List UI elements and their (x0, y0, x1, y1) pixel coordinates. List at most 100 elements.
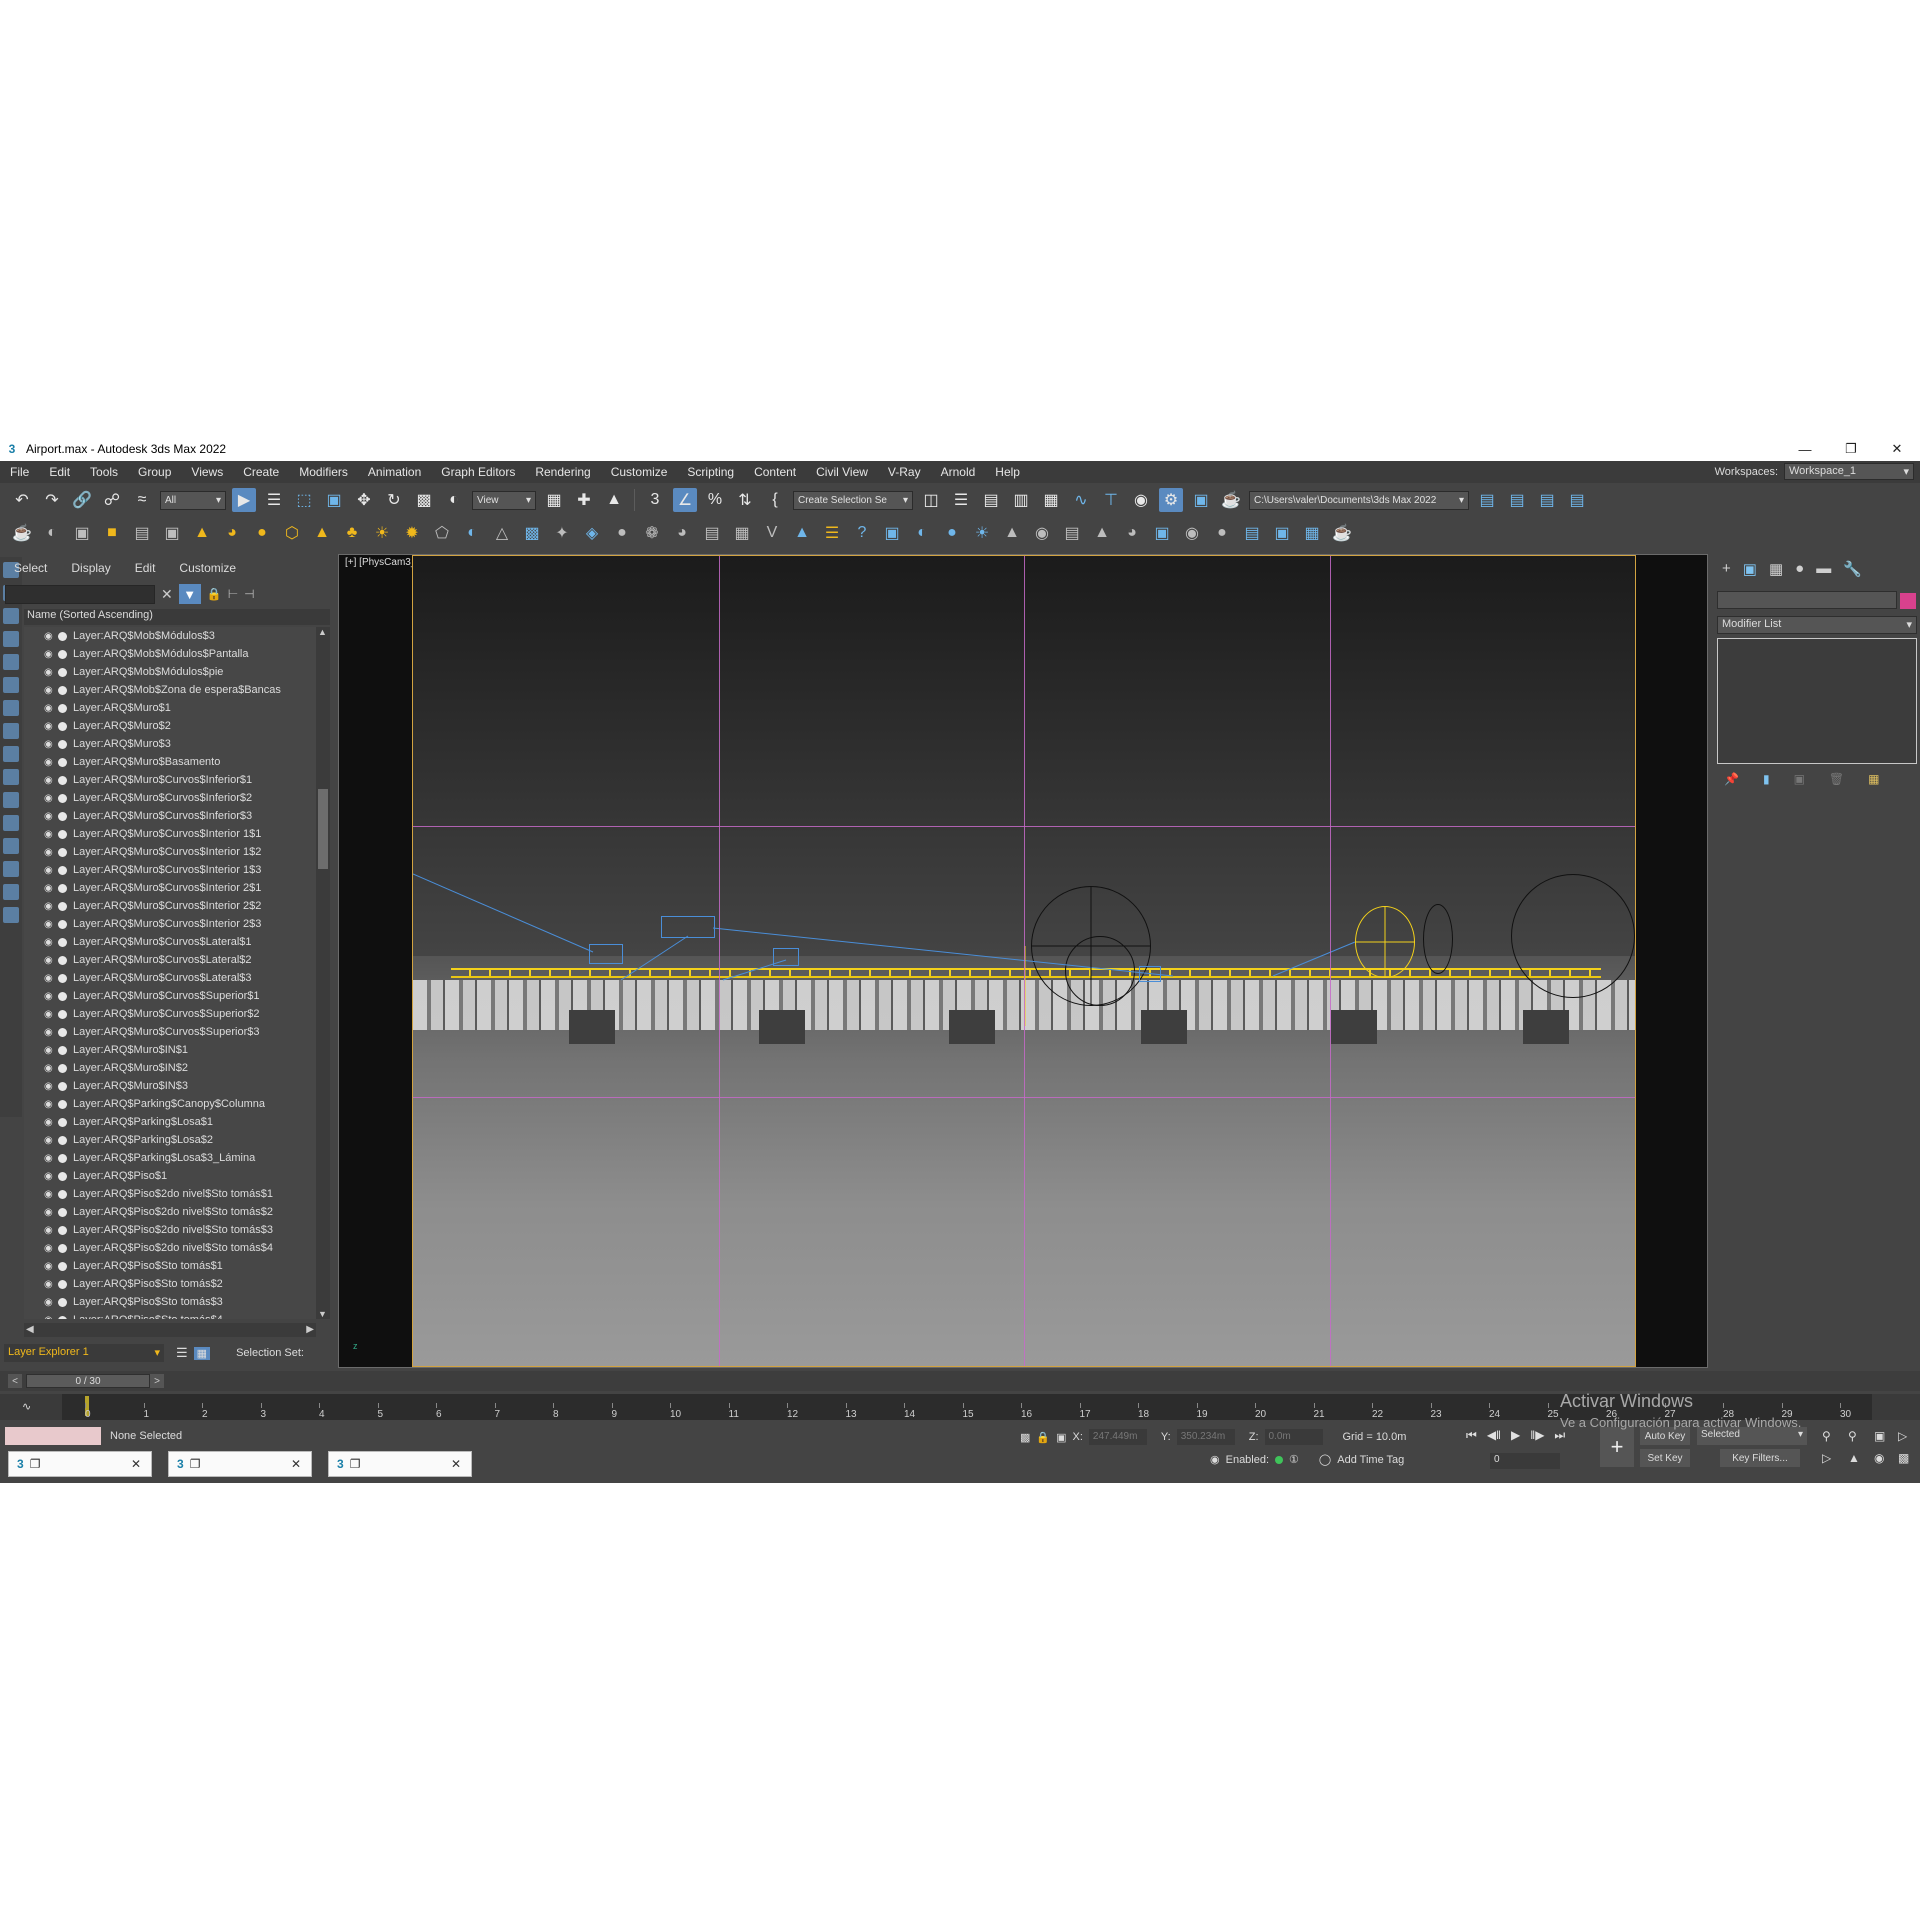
eye-icon[interactable]: ◉ (44, 1315, 56, 1320)
menu-create[interactable]: Create (233, 465, 289, 479)
maxscript-listener[interactable] (5, 1427, 101, 1445)
scroll-right-icon[interactable]: ▶ (306, 1324, 314, 1335)
list-item[interactable]: ◉ Layer:ARQ$Muro$Curvos$Superior$3 (24, 1023, 316, 1041)
vray-camera-icon[interactable]: ▣ (160, 521, 184, 545)
list-item[interactable]: ◉ Layer:ARQ$Muro$Curvos$Lateral$1 (24, 933, 316, 951)
eye-icon[interactable]: ◉ (44, 919, 56, 930)
arnold-sky-icon[interactable]: ◉ (1030, 521, 1054, 545)
orbit-icon[interactable]: ◉ (1874, 1451, 1884, 1465)
expand-icon[interactable]: ⊣ (244, 587, 254, 601)
next-frame-icon[interactable]: > (150, 1374, 164, 1388)
arnold-panel-icon[interactable]: ▤ (1240, 521, 1264, 545)
list-item[interactable]: ◉ Layer:ARQ$Muro$Curvos$Lateral$2 (24, 951, 316, 969)
list-item[interactable]: ◉ Layer:ARQ$Muro$Curvos$Inferior$3 (24, 807, 316, 825)
list-item[interactable]: ◉ Layer:ARQ$Muro$Curvos$Interior 2$3 (24, 915, 316, 933)
eye-icon[interactable]: ◉ (44, 757, 56, 768)
list-item[interactable]: ◉ Layer:ARQ$Muro$IN$1 (24, 1041, 316, 1059)
eye-icon[interactable]: ◉ (44, 1279, 56, 1290)
eye-icon[interactable]: ◉ (44, 955, 56, 966)
list-item[interactable]: ◉ Layer:ARQ$Piso$Sto tomás$1 (24, 1257, 316, 1275)
render-toggle-icon[interactable] (58, 1045, 67, 1055)
taskbar-tab[interactable]: 3 ❐ ✕ (328, 1451, 472, 1477)
arnold-render-view-icon[interactable]: ☰ (820, 521, 844, 545)
remove-modifier-icon[interactable]: 🗑 (1829, 772, 1844, 786)
play-icon[interactable]: ▶ (1511, 1428, 1520, 1443)
explorer-menu-select[interactable]: Select (0, 561, 57, 575)
toggle-scene-explorer-icon[interactable]: ▤ (979, 488, 1003, 512)
eye-icon[interactable]: ◉ (44, 883, 56, 894)
vray-scene-converter-icon[interactable]: ▤ (700, 521, 724, 545)
render-toggle-icon[interactable] (58, 1081, 67, 1091)
eye-icon[interactable]: ◉ (44, 991, 56, 1002)
make-unique-icon[interactable]: ▣ (1794, 772, 1805, 786)
taskbar-tab[interactable]: 3 ❐ ✕ (168, 1451, 312, 1477)
info-icon[interactable]: ① (1289, 1453, 1299, 1466)
show-end-result-icon[interactable]: ▮ (1763, 772, 1770, 786)
eye-icon[interactable]: ◉ (44, 1045, 56, 1056)
vray-dome-light-icon[interactable]: ◕ (220, 521, 244, 545)
menu-arnold[interactable]: Arnold (931, 465, 986, 479)
layers-icon[interactable]: ☰ (176, 1345, 188, 1361)
vray-asset-editor-icon[interactable]: ■ (100, 521, 124, 545)
spinner-snap-icon[interactable]: ⇅ (733, 488, 757, 512)
previous-key-icon[interactable]: ◀‖ (1487, 1428, 1501, 1443)
eye-icon[interactable]: ◉ (44, 667, 56, 678)
render-toggle-icon[interactable] (58, 973, 67, 983)
vray-clipper-icon[interactable]: ◈ (580, 521, 604, 545)
arnold-light-icon[interactable]: ◐ (910, 521, 934, 545)
render-toggle-icon[interactable] (58, 757, 67, 767)
percent-snap-icon[interactable]: % (703, 488, 727, 512)
menu-graph-editors[interactable]: Graph Editors (431, 465, 525, 479)
menu-animation[interactable]: Animation (358, 465, 431, 479)
arnold-bulb-icon[interactable]: ● (940, 521, 964, 545)
select-manipulate-icon[interactable]: ✚ (572, 488, 596, 512)
vray-lister-icon[interactable]: ▤ (130, 521, 154, 545)
minimize-icon[interactable]: — (1782, 437, 1828, 461)
vray-frame-buffer-icon[interactable]: ▣ (70, 521, 94, 545)
list-item[interactable]: ◉ Layer:ARQ$Muro$2 (24, 717, 316, 735)
select-object-icon[interactable]: ▶ (232, 488, 256, 512)
list-item[interactable]: ◉ Layer:ARQ$Muro$Curvos$Interior 2$2 (24, 897, 316, 915)
list-item[interactable]: ◉ Layer:ARQ$Piso$Sto tomás$3 (24, 1293, 316, 1311)
menu-modifiers[interactable]: Modifiers (289, 465, 358, 479)
create-project-icon[interactable]: ▤ (1535, 488, 1559, 512)
render-toggle-icon[interactable] (58, 685, 67, 695)
vray-convert-icon[interactable]: ◕ (670, 521, 694, 545)
hierarchy-tab-icon[interactable]: ▦ (1769, 560, 1783, 578)
layer-explorer-dropdown[interactable]: Layer Explorer 1 ▾ (4, 1344, 164, 1362)
arnold-light-mixer-icon[interactable]: ● (1210, 521, 1234, 545)
render-toggle-icon[interactable] (58, 1063, 67, 1073)
snaps-toggle-icon[interactable]: 3 (643, 488, 667, 512)
curve-editor-mini-icon[interactable]: ∿ (22, 1400, 31, 1413)
list-item[interactable]: ◉ Layer:ARQ$Parking$Losa$1 (24, 1113, 316, 1131)
render-toggle-icon[interactable] (58, 865, 67, 875)
zoom-extents-icon[interactable]: ▣ (1874, 1429, 1885, 1443)
vray-ies-light-icon[interactable]: ⬡ (280, 521, 304, 545)
render-toggle-icon[interactable] (58, 1027, 67, 1037)
select-by-name-icon[interactable]: ☰ (262, 488, 286, 512)
explorer-menu-customize[interactable]: Customize (165, 561, 246, 575)
list-item[interactable]: ◉ Layer:ARQ$Muro$Curvos$Inferior$1 (24, 771, 316, 789)
render-toggle-icon[interactable] (58, 811, 67, 821)
list-item[interactable]: ◉ Layer:ARQ$Muro$Curvos$Interior 2$1 (24, 879, 316, 897)
render-toggle-icon[interactable] (58, 631, 67, 641)
vray-ambient-icon[interactable]: ♣ (340, 521, 364, 545)
eye-icon[interactable]: ◉ (44, 649, 56, 660)
render-toggle-icon[interactable] (58, 1279, 67, 1289)
render-toggle-icon[interactable] (58, 775, 67, 785)
render-toggle-icon[interactable] (58, 937, 67, 947)
lock-selection-icon[interactable]: 🔒 (1036, 1431, 1050, 1444)
taskbar-tab[interactable]: 3 ❐ ✕ (8, 1451, 152, 1477)
eye-icon[interactable]: ◉ (44, 1189, 56, 1200)
link-icon[interactable]: 🔗 (70, 488, 94, 512)
render-toggle-icon[interactable] (58, 1261, 67, 1271)
filter-icon[interactable]: ▼ (178, 584, 201, 604)
menu-scripting[interactable]: Scripting (677, 465, 744, 479)
eye-icon[interactable]: ◉ (44, 1297, 56, 1308)
current-frame-field[interactable]: 0 (1490, 1453, 1560, 1469)
object-name-field[interactable] (1717, 591, 1897, 609)
align-icon[interactable]: ☰ (949, 488, 973, 512)
arnold-image-icon[interactable]: ▣ (1150, 521, 1174, 545)
close-icon[interactable]: ✕ (451, 1457, 461, 1471)
vray-proxy-icon[interactable]: ⬠ (430, 521, 454, 545)
